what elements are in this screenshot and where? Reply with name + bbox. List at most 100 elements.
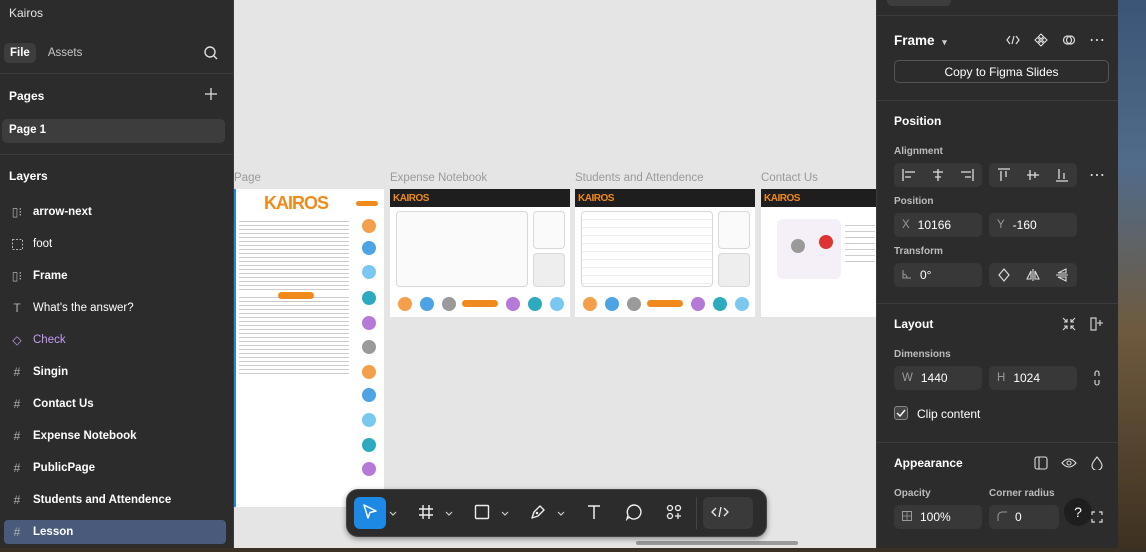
illustration xyxy=(777,219,841,279)
layer-arrow-next[interactable]: ▯⁝ arrow-next xyxy=(0,196,234,228)
clip-content-checkbox[interactable] xyxy=(894,406,908,420)
frame-tool-button[interactable] xyxy=(410,497,442,529)
mask-icon[interactable] xyxy=(1061,32,1077,48)
design-canvas[interactable]: Page Expense Notebook Students and Atten… xyxy=(234,0,876,548)
align-top-icon[interactable] xyxy=(989,168,1018,182)
opacity-field[interactable]: 100% xyxy=(894,505,982,529)
frame-contact-us-preview[interactable]: KAIROS xyxy=(761,189,876,317)
sticker-drop-icon xyxy=(735,297,749,311)
layer-publicpage[interactable]: # PublicPage xyxy=(0,452,234,484)
align-left-icon[interactable] xyxy=(894,169,923,181)
layer-contact-us[interactable]: # Contact Us xyxy=(0,388,234,420)
variable-mode-icon[interactable] xyxy=(1033,455,1049,471)
height-field[interactable]: H 1024 xyxy=(989,366,1077,390)
corner-radius-icon xyxy=(997,511,1007,524)
shape-tool-button[interactable] xyxy=(466,497,498,529)
layers-list: ▯⁝ arrow-next foot ▯⁝ Frame T What's the… xyxy=(0,196,234,548)
layer-expense-notebook[interactable]: # Expense Notebook xyxy=(0,420,234,452)
move-tool-button[interactable] xyxy=(354,497,386,529)
pages-heading: Pages xyxy=(9,89,45,103)
pen-tool-menu-button[interactable] xyxy=(554,497,568,529)
layer-foot[interactable]: foot xyxy=(0,228,234,260)
flip-horizontal-icon[interactable] xyxy=(1018,269,1047,281)
width-field[interactable]: W 1440 xyxy=(894,366,982,390)
layer-singin[interactable]: # Singin xyxy=(0,356,234,388)
more-options-icon[interactable]: ⋯ xyxy=(1089,32,1105,49)
layer-lesson[interactable]: # Lesson xyxy=(0,516,234,548)
shape-tool-menu-button[interactable] xyxy=(498,497,512,529)
apple-icon xyxy=(819,235,833,249)
file-name[interactable]: Kairos xyxy=(9,6,43,20)
cta-button xyxy=(462,300,498,307)
y-position-field[interactable]: Y -160 xyxy=(989,213,1077,237)
layer-label: Students and Attendence xyxy=(33,494,172,506)
eye-icon[interactable] xyxy=(1061,455,1077,471)
auto-layout-frame-icon: ▯⁝ xyxy=(11,269,23,283)
frame-label-expense-notebook[interactable]: Expense Notebook xyxy=(390,172,487,184)
opacity-value: 100% xyxy=(920,510,951,524)
tab-assets[interactable]: Assets xyxy=(42,43,89,63)
align-right-icon[interactable] xyxy=(952,169,981,181)
dimensions-label: Dimensions xyxy=(894,349,951,360)
align-horizontal-center-icon[interactable] xyxy=(923,169,952,181)
x-position-field[interactable]: X 10166 xyxy=(894,213,982,237)
frame-students-preview[interactable]: KAIROS xyxy=(575,189,755,317)
pen-tool-button[interactable] xyxy=(522,497,554,529)
divider xyxy=(877,442,1119,443)
help-button[interactable]: ? xyxy=(1064,498,1092,526)
cta-button xyxy=(278,292,314,299)
code-icon xyxy=(710,505,730,522)
layer-whats-the-answer[interactable]: T What's the answer? xyxy=(0,292,234,324)
layer-frame[interactable]: ▯⁝ Frame xyxy=(0,260,234,292)
cta-button xyxy=(647,300,683,307)
align-bottom-icon[interactable] xyxy=(1047,168,1076,182)
search-icon[interactable] xyxy=(203,45,219,61)
layer-students-and-attendence[interactable]: # Students and Attendence xyxy=(0,484,234,516)
rotate-90-icon[interactable] xyxy=(989,268,1018,282)
sticker-lips-icon xyxy=(691,297,705,311)
frame-label-students-and-attendence[interactable]: Students and Attendence xyxy=(575,172,704,184)
rotation-field[interactable]: 0° xyxy=(894,263,982,287)
layer-check[interactable]: ◇ Check xyxy=(0,324,234,356)
code-icon[interactable] xyxy=(1005,32,1021,48)
frame-page-preview[interactable]: KAIROS xyxy=(234,189,384,507)
chevron-down-icon: ▾ xyxy=(942,37,947,47)
actions-button[interactable] xyxy=(658,497,690,529)
shrink-to-fit-icon[interactable] xyxy=(1061,316,1077,332)
add-page-icon[interactable] xyxy=(204,87,218,101)
logo-text: KAIROS xyxy=(393,192,429,204)
transform-label: Transform xyxy=(894,246,943,257)
add-auto-layout-icon[interactable] xyxy=(1089,316,1105,332)
tab-design[interactable] xyxy=(887,0,951,6)
sticker-planet-icon xyxy=(528,297,542,311)
copy-to-figma-slides-button[interactable]: Copy to Figma Slides xyxy=(894,60,1109,83)
page-item-page-1[interactable]: Page 1 xyxy=(2,119,225,143)
dev-mode-toggle[interactable] xyxy=(703,497,753,529)
logo-text: KAIROS xyxy=(578,192,614,204)
desktop-wallpaper xyxy=(1118,0,1146,552)
align-vertical-center-icon[interactable] xyxy=(1018,168,1047,182)
component-icon[interactable] xyxy=(1033,32,1049,48)
sticker-flower-icon xyxy=(362,365,376,379)
frame-tool-menu-button[interactable] xyxy=(442,497,456,529)
frame-label-page[interactable]: Page xyxy=(234,172,261,184)
independent-corners-icon[interactable] xyxy=(1089,509,1105,525)
more-alignment-icon[interactable]: ⋯ xyxy=(1089,167,1105,184)
horizontal-scrollbar[interactable] xyxy=(636,541,798,545)
corner-radius-field[interactable]: 0 xyxy=(989,505,1059,529)
frame-header: KAIROS xyxy=(761,189,876,207)
flip-vertical-icon[interactable] xyxy=(1047,268,1076,282)
blend-drop-icon[interactable] xyxy=(1089,455,1105,471)
frame-label-contact-us[interactable]: Contact Us xyxy=(761,172,818,184)
constrain-proportions-icon[interactable] xyxy=(1089,370,1105,386)
sticker-diamond-icon xyxy=(442,297,456,311)
frame-expense-notebook-preview[interactable]: KAIROS xyxy=(390,189,570,317)
tab-file[interactable]: File xyxy=(4,43,36,63)
frame-header: KAIROS xyxy=(390,189,570,207)
text-tool-button[interactable] xyxy=(578,497,610,529)
comment-tool-button[interactable] xyxy=(618,497,650,529)
sticker-drop-icon xyxy=(362,265,376,279)
text-icon: T xyxy=(13,301,21,315)
frame-type-dropdown[interactable]: Frame ▾ xyxy=(894,33,947,48)
move-tool-menu-button[interactable] xyxy=(386,497,400,529)
